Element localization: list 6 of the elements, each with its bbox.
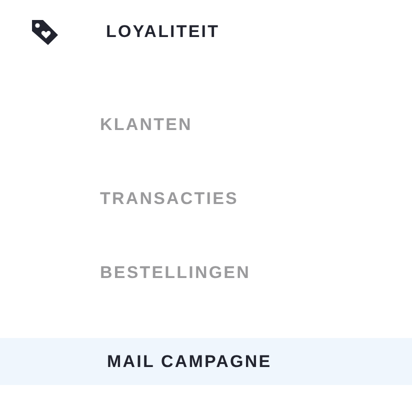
menu-item[interactable]: BESTELLINGEN	[0, 236, 412, 310]
menu-item[interactable]: MAIL CAMPAGNE	[0, 338, 412, 385]
section-title: LOYALITEIT	[106, 22, 220, 42]
tag-icon	[30, 18, 60, 46]
menu-item[interactable]: TRANSACTIES	[0, 162, 412, 236]
menu-item[interactable]: KLANTEN	[0, 88, 412, 162]
